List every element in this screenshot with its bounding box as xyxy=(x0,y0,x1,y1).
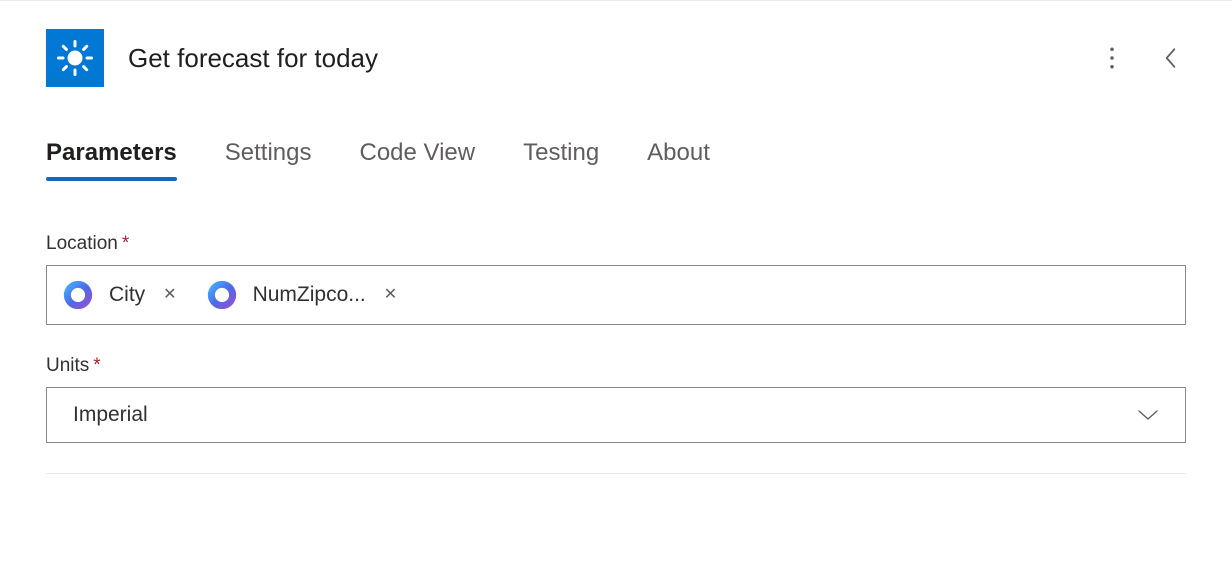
location-input[interactable]: City ✕ Num xyxy=(46,265,1186,325)
location-label-text: Location xyxy=(46,233,118,254)
units-field-group: Units* Imperial xyxy=(46,355,1186,443)
location-field-group: Location* City xyxy=(46,233,1186,325)
collapse-button[interactable] xyxy=(1154,41,1186,75)
token-label: NumZipco... xyxy=(253,283,366,307)
units-value: Imperial xyxy=(73,403,148,427)
tab-about[interactable]: About xyxy=(647,139,710,181)
weather-connector-icon xyxy=(46,29,104,87)
dynamic-content-icon xyxy=(205,278,239,312)
chevron-down-icon xyxy=(1137,403,1159,427)
location-label: Location* xyxy=(46,233,1186,255)
action-title: Get forecast for today xyxy=(128,43,1072,74)
vertical-dots-icon xyxy=(1102,47,1122,69)
token-remove-button[interactable]: ✕ xyxy=(159,287,180,303)
tab-bar: Parameters Settings Code View Testing Ab… xyxy=(46,139,1186,181)
section-divider xyxy=(46,473,1186,474)
tab-settings[interactable]: Settings xyxy=(225,139,312,181)
token-numzipco: NumZipco... ✕ xyxy=(199,272,412,318)
units-label-text: Units xyxy=(46,355,89,376)
chevron-left-icon xyxy=(1160,47,1180,69)
units-select[interactable]: Imperial xyxy=(46,387,1186,443)
panel-header: Get forecast for today xyxy=(46,29,1186,87)
tab-testing[interactable]: Testing xyxy=(523,139,599,181)
more-options-button[interactable] xyxy=(1096,41,1128,75)
tab-code-view[interactable]: Code View xyxy=(359,139,475,181)
units-label: Units* xyxy=(46,355,1186,377)
action-config-panel: Get forecast for today Parameters Settin… xyxy=(0,0,1232,502)
token-label: City xyxy=(109,283,145,307)
tab-parameters[interactable]: Parameters xyxy=(46,139,177,181)
required-mark: * xyxy=(122,233,129,254)
required-mark: * xyxy=(93,355,100,376)
header-actions xyxy=(1096,41,1186,75)
token-remove-button[interactable]: ✕ xyxy=(380,287,401,303)
token-city: City ✕ xyxy=(55,272,191,318)
dynamic-content-icon xyxy=(61,278,95,312)
